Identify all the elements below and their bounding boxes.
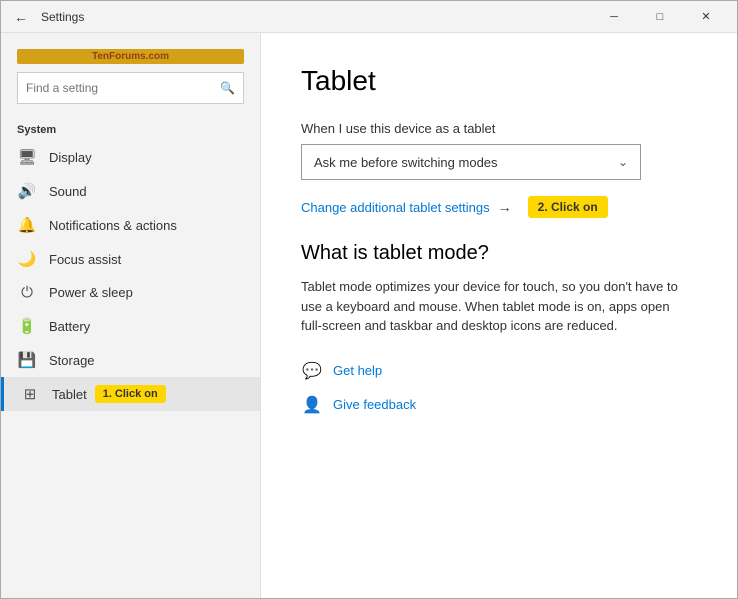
notifications-icon: 🔔 bbox=[17, 216, 37, 234]
get-help-link[interactable]: Get help bbox=[333, 363, 382, 378]
what-is-title: What is tablet mode? bbox=[301, 242, 697, 265]
sidebar-item-label-storage: Storage bbox=[49, 353, 95, 368]
search-input[interactable] bbox=[26, 81, 220, 95]
click-on-badge-2: 2. Click on bbox=[528, 196, 608, 218]
change-settings-row: Change additional tablet settings → 2. C… bbox=[301, 196, 697, 218]
sidebar-item-label-notifications: Notifications & actions bbox=[49, 218, 177, 233]
tablet-icon: ⊞ bbox=[20, 385, 40, 403]
click-on-badge-1: 1. Click on bbox=[95, 385, 166, 403]
get-help-icon: 💬 bbox=[301, 360, 323, 382]
sidebar-item-notifications[interactable]: 🔔 Notifications & actions bbox=[1, 208, 260, 242]
sidebar-item-focus[interactable]: 🌙 Focus assist bbox=[1, 242, 260, 276]
sidebar-header: TenForums.com 🔍 bbox=[1, 33, 260, 112]
sidebar-item-label-tablet: Tablet bbox=[52, 387, 87, 402]
storage-icon: 💾 bbox=[17, 351, 37, 369]
window-controls: ─ □ ✕ bbox=[591, 1, 729, 33]
dropdown-arrow-icon: ⌄ bbox=[618, 155, 628, 169]
get-help-row[interactable]: 💬 Get help bbox=[301, 360, 697, 382]
maximize-button[interactable]: □ bbox=[637, 1, 683, 33]
sidebar-item-label-display: Display bbox=[49, 150, 92, 165]
sidebar-item-label-power: Power & sleep bbox=[49, 285, 133, 300]
arrow-right-icon: → bbox=[498, 199, 512, 215]
battery-icon: 🔋 bbox=[17, 317, 37, 335]
sidebar-item-display[interactable]: 🖥 Display bbox=[1, 140, 260, 174]
dropdown-value: Ask me before switching modes bbox=[314, 155, 498, 170]
watermark: TenForums.com bbox=[17, 49, 244, 64]
change-settings-link[interactable]: Change additional tablet settings bbox=[301, 200, 490, 215]
content-area: Tablet When I use this device as a table… bbox=[261, 33, 737, 598]
minimize-button[interactable]: ─ bbox=[591, 1, 637, 33]
device-label: When I use this device as a tablet bbox=[301, 121, 697, 136]
sidebar-item-power[interactable]: ⏻ Power & sleep bbox=[1, 276, 260, 309]
titlebar: ← Settings ─ □ ✕ bbox=[1, 1, 737, 33]
give-feedback-icon: 👤 bbox=[301, 394, 323, 416]
sidebar: TenForums.com 🔍 System 🖥 Display 🔊 Sound… bbox=[1, 33, 261, 598]
page-title: Tablet bbox=[301, 65, 697, 97]
dropdown-wrapper: Ask me before switching modes ⌄ bbox=[301, 144, 697, 180]
search-box[interactable]: 🔍 bbox=[17, 72, 244, 104]
main-layout: TenForums.com 🔍 System 🖥 Display 🔊 Sound… bbox=[1, 33, 737, 598]
sidebar-item-storage[interactable]: 💾 Storage bbox=[1, 343, 260, 377]
tablet-mode-dropdown[interactable]: Ask me before switching modes ⌄ bbox=[301, 144, 641, 180]
window-title: Settings bbox=[41, 10, 591, 24]
give-feedback-link[interactable]: Give feedback bbox=[333, 397, 416, 412]
what-is-body: Tablet mode optimizes your device for to… bbox=[301, 277, 681, 336]
display-icon: 🖥 bbox=[17, 148, 37, 166]
sidebar-item-label-battery: Battery bbox=[49, 319, 90, 334]
focus-icon: 🌙 bbox=[17, 250, 37, 268]
sidebar-item-label-focus: Focus assist bbox=[49, 252, 121, 267]
close-button[interactable]: ✕ bbox=[683, 1, 729, 33]
give-feedback-row[interactable]: 👤 Give feedback bbox=[301, 394, 697, 416]
sidebar-item-tablet[interactable]: ⊞ Tablet 1. Click on bbox=[1, 377, 260, 411]
sidebar-item-battery[interactable]: 🔋 Battery bbox=[1, 309, 260, 343]
back-button[interactable]: ← bbox=[9, 5, 33, 29]
section-label: System bbox=[1, 112, 260, 140]
settings-window: ← Settings ─ □ ✕ TenForums.com 🔍 System … bbox=[0, 0, 738, 599]
search-icon: 🔍 bbox=[220, 81, 235, 95]
sidebar-item-sound[interactable]: 🔊 Sound bbox=[1, 174, 260, 208]
power-icon: ⏻ bbox=[17, 284, 37, 301]
sidebar-item-label-sound: Sound bbox=[49, 184, 87, 199]
sound-icon: 🔊 bbox=[17, 182, 37, 200]
